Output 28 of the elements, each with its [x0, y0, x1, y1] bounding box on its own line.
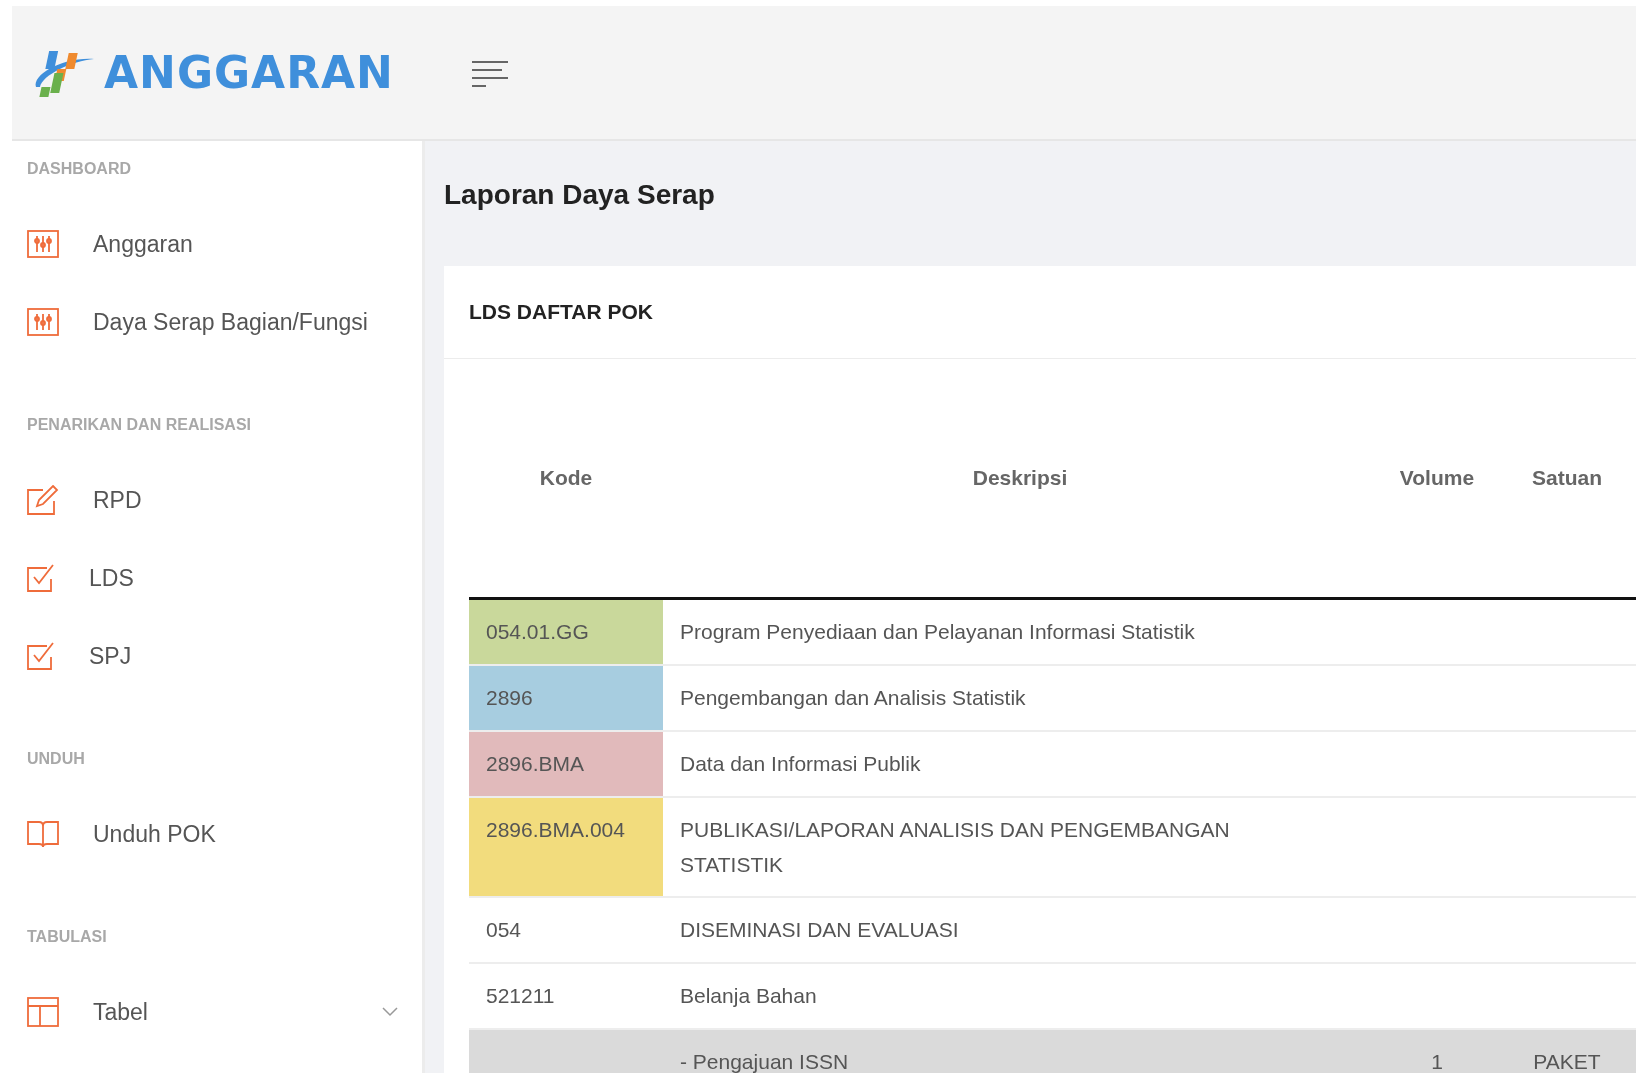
edit-icon [27, 485, 59, 515]
table-cell: PAKET [1497, 1029, 1636, 1073]
checkbox-icon [27, 564, 55, 592]
sidebar-item[interactable]: Daya Serap Bagian/Fungsi [27, 283, 422, 361]
table-cell: 1 [1377, 1029, 1497, 1073]
sidebar-item[interactable]: Anggaran [27, 205, 422, 283]
sidebar-item[interactable]: LDS [27, 539, 422, 617]
sliders-icon [27, 308, 59, 336]
checkbox-icon [27, 642, 55, 670]
sliders-icon [27, 230, 59, 258]
sidebar-item[interactable]: SPJ [27, 617, 422, 695]
section-heading: UNDUH [27, 749, 86, 769]
logo-text: ANGGARAN [104, 47, 394, 98]
sidebar-item[interactable]: Tabel [27, 973, 422, 1051]
table-cell: 2896 [469, 665, 663, 731]
table-cell: 2896.BMA.004 [469, 797, 663, 897]
table-cell: 054.01.GG [469, 598, 663, 665]
table-cell: - Pengajuan ISSN [663, 1029, 1377, 1073]
sidebar-item[interactable]: RPD [27, 461, 422, 539]
card-title: LDS DAFTAR POK [469, 300, 653, 324]
section-heading: TABULASI [27, 927, 108, 947]
section-heading: PENARIKAN DAN REALISASI [27, 415, 252, 435]
sidebar-item[interactable]: Unduh POK [27, 795, 422, 873]
table-icon [27, 997, 59, 1027]
table-cell: 2896.BMA [469, 731, 663, 797]
section-heading: DASHBOARD [27, 159, 132, 179]
book-icon [27, 820, 59, 848]
page-title: Laporan Daya Serap [444, 178, 716, 212]
